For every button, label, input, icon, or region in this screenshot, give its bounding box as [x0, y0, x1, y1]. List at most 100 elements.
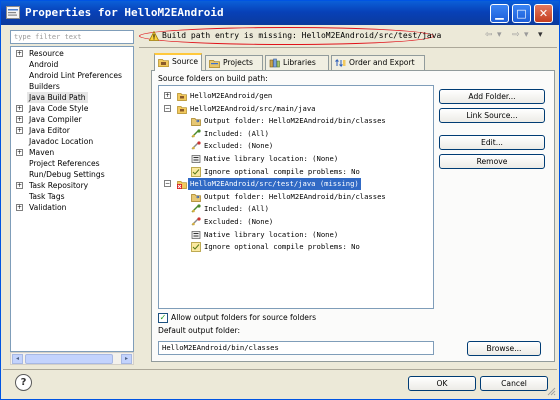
forward-menu-icon[interactable]: ▾	[524, 30, 529, 40]
ignore-problems-icon	[191, 166, 201, 177]
tree-item-label: Included: (All)	[204, 204, 269, 214]
allow-output-label[interactable]: Allow output folders for source folders	[171, 313, 316, 322]
native-library-icon	[191, 155, 201, 163]
sidebar-item-label: Android Lint Preferences	[29, 71, 122, 80]
title-bar[interactable]: Properties for HelloM2EAndroid ▁ □ ✕	[1, 1, 559, 25]
minimize-button[interactable]: ▁	[490, 4, 509, 23]
close-icon: ✕	[538, 7, 549, 20]
expand-toggle-icon[interactable]: +	[16, 182, 23, 189]
sidebar-item-label: Android	[29, 60, 59, 69]
tree-horizontal-scrollbar[interactable]: ◂ ▸	[10, 352, 134, 365]
tree-expand-toggle-icon[interactable]: +	[164, 92, 171, 99]
tab-libraries-label: Libraries	[283, 58, 316, 67]
close-button[interactable]: ✕	[534, 4, 553, 23]
add-folder-button[interactable]: Add Folder...	[439, 89, 545, 104]
minimize-icon: ▁	[495, 7, 504, 20]
expand-toggle-icon[interactable]: +	[16, 127, 23, 134]
help-icon[interactable]: ?	[15, 374, 32, 391]
scroll-thumb[interactable]	[25, 354, 113, 364]
ok-button[interactable]: OK	[408, 376, 476, 391]
source-folders-label: Source folders on build path:	[158, 74, 268, 83]
tree-item-label: Ignore optional compile problems: No	[204, 242, 360, 252]
property-page-tree[interactable]: + Resource Android Android Lint Preferences…	[10, 46, 134, 352]
source-folder-icon	[177, 93, 187, 101]
tree-item-label: Output folder: HelloM2EAndroid/bin/class…	[204, 116, 386, 126]
properties-dialog: Properties for HelloM2EAndroid ▁ □ ✕ typ…	[0, 0, 560, 400]
excluded-icon	[191, 141, 201, 150]
expand-toggle-icon[interactable]: +	[16, 204, 23, 211]
tree-item-label: Output folder: HelloM2EAndroid/bin/class…	[204, 191, 386, 201]
scroll-left-icon[interactable]: ◂	[12, 354, 23, 364]
tree-item-label: Included: (All)	[204, 128, 269, 138]
tab-order-export-label: Order and Export	[349, 58, 415, 67]
default-output-field[interactable]: HelloM2EAndroid/bin/classes	[158, 341, 434, 355]
ignore-problems-icon	[191, 242, 201, 253]
edit-button[interactable]: Edit...	[439, 135, 545, 150]
tree-item-label: HelloM2EAndroid/src/main/java	[190, 103, 316, 113]
remove-button[interactable]: Remove	[439, 154, 545, 169]
tab-source-label: Source	[172, 57, 199, 66]
cancel-button[interactable]: Cancel	[480, 376, 548, 391]
sidebar-item-label: Resource	[29, 49, 64, 58]
sidebar-item-label: Maven	[29, 148, 55, 157]
sidebar-item-label: Java Editor	[29, 126, 70, 135]
allow-output-checkbox[interactable]: ✓	[158, 313, 168, 323]
projects-icon	[209, 60, 220, 68]
tree-item-label: Native library location: (None)	[204, 154, 339, 163]
sidebar-item-label: Builders	[29, 82, 60, 91]
tree-item-label: Excluded: (None)	[204, 217, 274, 226]
back-menu-icon[interactable]: ▾	[497, 30, 502, 40]
sidebar-item-label: Project References	[29, 159, 100, 168]
sidebar-item-label: Task Repository	[29, 181, 89, 190]
tree-item-label: Native library location: (None)	[204, 229, 339, 239]
excluded-icon	[191, 217, 201, 226]
missing-folder-icon	[177, 181, 187, 190]
tab-source[interactable]: Source	[154, 53, 202, 71]
tab-order-export[interactable]: Order and Export	[331, 55, 425, 70]
expand-toggle-icon[interactable]: +	[16, 105, 23, 112]
source-folders-tree[interactable]: + HelloM2EAndroid/gen − HelloM2EAndroid/src…	[158, 85, 434, 309]
output-folder-icon	[191, 118, 201, 127]
forward-arrow-icon[interactable]: ⇨	[512, 30, 520, 40]
tree-expand-toggle-icon[interactable]: −	[164, 180, 171, 188]
scroll-right-icon[interactable]: ▸	[121, 354, 132, 364]
included-icon	[191, 129, 201, 138]
back-arrow-icon[interactable]: ⇦	[485, 30, 493, 40]
expand-toggle-icon[interactable]: +	[16, 116, 23, 123]
sidebar-item-label: Javadoc Location	[29, 137, 94, 146]
tree-expand-toggle-icon[interactable]: −	[164, 104, 171, 112]
window-title: Properties for HelloM2EAndroid	[25, 6, 224, 19]
header-separator	[139, 47, 557, 48]
sidebar-item-label: Java Build Path	[27, 92, 88, 103]
view-menu-icon[interactable]: ▾	[538, 30, 543, 40]
native-library-icon	[191, 230, 201, 239]
properties-window-icon	[6, 6, 20, 19]
filter-input[interactable]: type filter text	[10, 30, 134, 44]
expand-toggle-icon[interactable]: +	[16, 149, 23, 156]
history-navigation: ⇦ ▾ ⇨ ▾ ▾	[485, 30, 555, 43]
tab-libraries[interactable]: Libraries	[265, 55, 329, 70]
source-folder-icon	[158, 59, 169, 67]
sidebar-item-label: Task Tags	[29, 192, 65, 201]
browse-button[interactable]: Browse...	[467, 341, 541, 356]
warning-icon	[149, 31, 159, 41]
footer-separator	[3, 369, 557, 370]
tree-item-label: HelloM2EAndroid/gen	[190, 91, 273, 100]
libraries-icon	[269, 58, 280, 68]
maximize-button[interactable]: □	[512, 4, 531, 23]
default-output-label: Default output folder:	[158, 326, 241, 335]
source-folder-icon	[177, 105, 187, 114]
tree-item-label: Ignore optional compile problems: No	[204, 166, 360, 176]
resize-grip-icon[interactable]	[546, 386, 556, 396]
tree-item-label: Excluded: (None)	[204, 141, 274, 151]
tab-projects-label: Projects	[223, 58, 253, 67]
order-export-icon	[335, 58, 346, 68]
sidebar-item-label: Java Code Style	[29, 104, 89, 113]
included-icon	[191, 204, 201, 213]
sidebar-item-label: Java Compiler	[29, 115, 82, 124]
link-source-button[interactable]: Link Source...	[439, 108, 545, 123]
output-folder-icon	[191, 193, 201, 202]
expand-toggle-icon[interactable]: +	[16, 50, 23, 57]
tab-projects[interactable]: Projects	[205, 55, 263, 70]
check-mark-icon: ✓	[159, 313, 167, 322]
